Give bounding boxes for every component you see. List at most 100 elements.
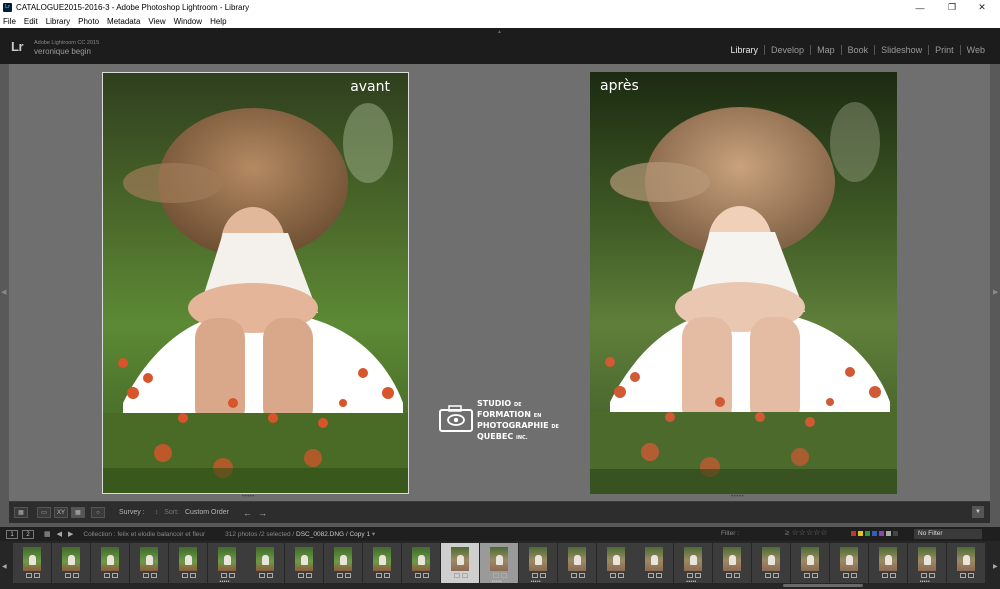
no-label-swatch[interactable] bbox=[893, 531, 898, 536]
collection-badge-icon[interactable] bbox=[500, 573, 507, 578]
collection-badge-icon[interactable] bbox=[267, 573, 274, 578]
collection-badge-icon[interactable] bbox=[228, 573, 235, 578]
develop-settings-badge-icon[interactable] bbox=[259, 573, 266, 578]
collection-badge-icon[interactable] bbox=[695, 573, 702, 578]
collection-badge-icon[interactable] bbox=[461, 573, 468, 578]
collection-badge-icon[interactable] bbox=[306, 573, 313, 578]
back-arrow-icon[interactable]: ◀ bbox=[57, 530, 62, 538]
develop-settings-badge-icon[interactable] bbox=[726, 573, 733, 578]
filmstrip-thumbnail[interactable] bbox=[363, 543, 402, 583]
module-print[interactable]: Print bbox=[928, 45, 960, 55]
develop-settings-badge-icon[interactable] bbox=[570, 573, 577, 578]
photo-before[interactable]: avant bbox=[102, 72, 409, 494]
filmstrip-thumbnail[interactable] bbox=[829, 543, 868, 583]
blue-label-swatch[interactable] bbox=[872, 531, 877, 536]
filmstrip-thumbnail[interactable] bbox=[752, 543, 791, 583]
compare-view-button[interactable]: XY bbox=[54, 507, 68, 518]
develop-settings-badge-icon[interactable] bbox=[881, 573, 888, 578]
filmstrip-thumbnail[interactable] bbox=[402, 543, 440, 583]
develop-settings-badge-icon[interactable] bbox=[103, 573, 110, 578]
menu-metadata[interactable]: Metadata bbox=[107, 17, 140, 26]
develop-settings-badge-icon[interactable] bbox=[531, 573, 538, 578]
menu-photo[interactable]: Photo bbox=[78, 17, 99, 26]
develop-settings-badge-icon[interactable] bbox=[142, 573, 149, 578]
filmstrip-thumbnail[interactable] bbox=[13, 543, 51, 583]
filmstrip-thumbnail[interactable]: ••••• bbox=[518, 543, 557, 585]
collection-badge-icon[interactable] bbox=[967, 573, 974, 578]
filter-preset-dropdown[interactable]: No Filter bbox=[914, 529, 982, 539]
grid-shortcut-icon[interactable]: ▦ bbox=[44, 530, 51, 538]
filmstrip-thumbnail[interactable]: ••••• bbox=[674, 543, 713, 585]
develop-settings-badge-icon[interactable] bbox=[648, 573, 655, 578]
filmstrip-thumbnail[interactable] bbox=[791, 543, 829, 583]
menu-edit[interactable]: Edit bbox=[24, 17, 38, 26]
filmstrip-scroll-right-icon[interactable]: ▶ bbox=[993, 563, 998, 570]
custom-label-swatch[interactable] bbox=[886, 531, 891, 536]
collection-source-label[interactable]: Collection : felix et elodie balancoir e… bbox=[83, 531, 205, 538]
collection-badge-icon[interactable] bbox=[734, 573, 741, 578]
filmstrip-thumbnail[interactable] bbox=[51, 543, 90, 583]
menu-help[interactable]: Help bbox=[210, 17, 226, 26]
filmstrip-thumbnail[interactable]: ••••• bbox=[907, 543, 946, 585]
module-library[interactable]: Library bbox=[725, 45, 765, 55]
collection-badge-icon[interactable] bbox=[928, 573, 935, 578]
collection-badge-icon[interactable] bbox=[539, 573, 546, 578]
purple-label-swatch[interactable] bbox=[879, 531, 884, 536]
sort-direction-icon[interactable]: ↕ bbox=[155, 509, 159, 516]
develop-settings-badge-icon[interactable] bbox=[337, 573, 344, 578]
collection-badge-icon[interactable] bbox=[111, 573, 118, 578]
survey-view-button[interactable]: ▦ bbox=[71, 507, 85, 518]
menu-view[interactable]: View bbox=[148, 17, 165, 26]
green-label-swatch[interactable] bbox=[865, 531, 870, 536]
yellow-label-swatch[interactable] bbox=[858, 531, 863, 536]
filmstrip-thumbnail[interactable] bbox=[90, 543, 129, 583]
filmstrip-thumbnail[interactable] bbox=[246, 543, 285, 583]
develop-settings-badge-icon[interactable] bbox=[26, 573, 32, 578]
module-slideshow[interactable]: Slideshow bbox=[874, 45, 928, 55]
filmstrip-thumbnail[interactable] bbox=[596, 543, 635, 583]
photo-after[interactable]: après bbox=[590, 72, 897, 494]
secondary-display-button[interactable]: 2 bbox=[22, 529, 34, 539]
primary-display-button[interactable]: 1 bbox=[6, 529, 18, 539]
collapse-right-panel-icon[interactable]: ▶ bbox=[993, 288, 998, 296]
previous-photo-arrow-icon[interactable]: ← bbox=[243, 508, 252, 518]
collection-badge-icon[interactable] bbox=[812, 573, 818, 578]
filmstrip-thumbnail[interactable] bbox=[168, 543, 207, 583]
collection-badge-icon[interactable] bbox=[889, 573, 896, 578]
develop-settings-badge-icon[interactable] bbox=[181, 573, 188, 578]
collection-badge-icon[interactable] bbox=[850, 573, 857, 578]
module-web[interactable]: Web bbox=[959, 45, 991, 55]
filmstrip-scrollbar[interactable] bbox=[783, 584, 863, 587]
collection-badge-icon[interactable] bbox=[656, 573, 663, 578]
collection-badge-icon[interactable] bbox=[72, 573, 79, 578]
people-view-button[interactable]: ○ bbox=[91, 507, 105, 518]
filmstrip-thumbnail[interactable]: ••••• bbox=[479, 543, 518, 585]
rating-filter-stars[interactable]: ≥ ☆☆☆☆☆ bbox=[785, 528, 827, 537]
before-resize-handle[interactable]: ••••• bbox=[242, 494, 255, 500]
develop-settings-badge-icon[interactable] bbox=[920, 573, 927, 578]
filmstrip-thumbnail[interactable] bbox=[713, 543, 752, 583]
loupe-view-button[interactable]: ▭ bbox=[37, 507, 51, 518]
develop-settings-badge-icon[interactable] bbox=[376, 573, 383, 578]
collection-badge-icon[interactable] bbox=[34, 573, 40, 578]
color-label-filter[interactable] bbox=[851, 531, 900, 536]
develop-settings-badge-icon[interactable] bbox=[609, 573, 616, 578]
collection-badge-icon[interactable] bbox=[150, 573, 157, 578]
develop-settings-badge-icon[interactable] bbox=[415, 573, 421, 578]
filmstrip-thumbnail[interactable]: ••••• bbox=[207, 543, 246, 585]
collapse-top-panel-icon[interactable]: ▲ bbox=[497, 29, 502, 35]
filmstrip-thumbnail[interactable] bbox=[285, 543, 324, 583]
develop-settings-badge-icon[interactable] bbox=[64, 573, 71, 578]
red-label-swatch[interactable] bbox=[851, 531, 856, 536]
filmstrip-thumbnail[interactable] bbox=[324, 543, 363, 583]
develop-settings-badge-icon[interactable] bbox=[842, 573, 849, 578]
menu-file[interactable]: File bbox=[3, 17, 16, 26]
filmstrip-thumbnail[interactable] bbox=[557, 543, 596, 583]
develop-settings-badge-icon[interactable] bbox=[453, 573, 460, 578]
grid-view-button[interactable]: ▦ bbox=[14, 507, 28, 518]
develop-settings-badge-icon[interactable] bbox=[298, 573, 305, 578]
filmstrip-thumbnail[interactable] bbox=[129, 543, 168, 583]
develop-settings-badge-icon[interactable] bbox=[492, 573, 499, 578]
develop-settings-badge-icon[interactable] bbox=[804, 573, 810, 578]
next-photo-arrow-icon[interactable]: → bbox=[258, 508, 267, 518]
